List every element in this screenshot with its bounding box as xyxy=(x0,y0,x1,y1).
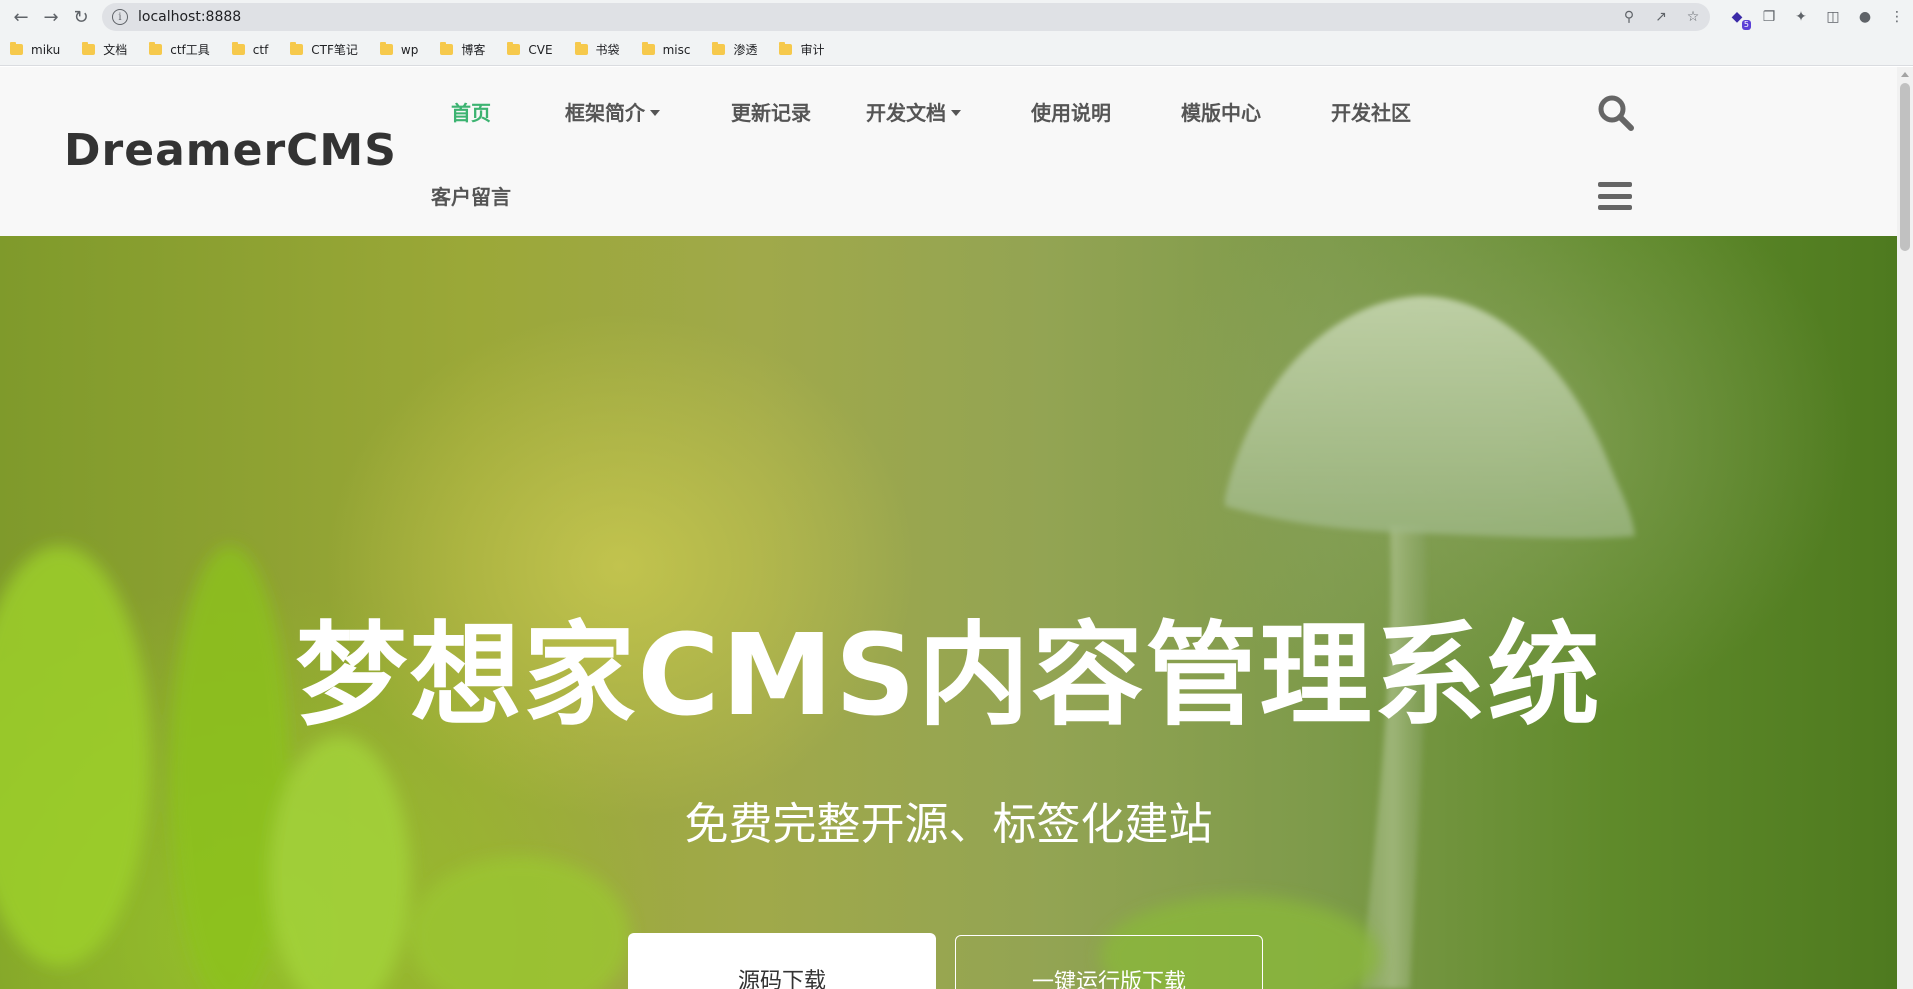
folder-icon xyxy=(10,42,23,55)
bookmark-item[interactable]: 书袋 xyxy=(574,41,620,58)
bookmark-item[interactable]: 博客 xyxy=(440,41,485,58)
hero-title: 梦想家CMS内容管理系统 xyxy=(295,611,1602,741)
bookmark-item[interactable]: misc xyxy=(641,42,691,57)
folder-icon xyxy=(574,42,588,55)
bookmark-item[interactable]: 审计 xyxy=(779,41,824,58)
bookmark-label: wp xyxy=(400,42,419,57)
nav-framework-intro[interactable]: 框架简介 xyxy=(565,97,660,126)
bookmark-item[interactable]: 渗透 xyxy=(712,41,757,58)
profile-icon[interactable]: ● xyxy=(1855,7,1875,27)
source-download-button[interactable]: 源码下载 xyxy=(628,933,936,989)
share-icon[interactable]: ↗ xyxy=(1652,8,1670,26)
kebab-menu-icon[interactable]: ⋮ xyxy=(1887,7,1907,27)
nav-home[interactable]: 首页 xyxy=(451,97,491,126)
url-text[interactable]: localhost:8888 xyxy=(138,9,241,25)
address-bar[interactable]: i localhost:8888 ⚲ ↗ ☆ xyxy=(102,3,1710,31)
bookmark-label: CVE xyxy=(528,42,553,57)
bookmark-item[interactable]: miku xyxy=(10,42,61,57)
one-click-download-button[interactable]: 一键运行版下载 xyxy=(955,935,1263,989)
folder-icon xyxy=(779,42,793,55)
nav-community[interactable]: 开发社区 xyxy=(1331,97,1411,126)
nav-dev-docs[interactable]: 开发文档 xyxy=(866,97,961,126)
back-arrow-icon[interactable]: ← xyxy=(6,2,36,32)
folder-icon xyxy=(82,42,96,55)
bookmark-item[interactable]: wp xyxy=(379,42,419,57)
reload-icon[interactable]: ↻ xyxy=(66,2,96,32)
search-icon[interactable] xyxy=(1597,94,1635,132)
bookmark-label: 书袋 xyxy=(595,43,620,57)
chevron-down-icon xyxy=(650,109,660,116)
folder-icon xyxy=(712,42,726,55)
extension-hat-icon[interactable]: ◆ 5 xyxy=(1727,7,1751,30)
folder-icon xyxy=(379,42,393,55)
bookmarks-bar: miku 文档 ctf工具 ctf CTF笔记 wp 博客 CVE 书袋 misc 渗透 审计 xyxy=(0,34,1913,66)
folder-icon xyxy=(231,42,245,55)
folder-icon xyxy=(149,42,163,55)
hamburger-menu-icon[interactable] xyxy=(1598,182,1632,210)
scroll-up-arrow-icon[interactable] xyxy=(1901,72,1909,77)
copy-extension-icon[interactable]: ❐ xyxy=(1759,7,1779,27)
folder-icon xyxy=(440,42,454,55)
scrollbar-thumb[interactable] xyxy=(1900,83,1910,251)
bookmark-label: CTF笔记 xyxy=(311,43,358,57)
page-scrollbar[interactable] xyxy=(1897,67,1913,989)
folder-icon xyxy=(290,42,304,55)
nav-changelog[interactable]: 更新记录 xyxy=(731,97,811,126)
bookmark-label: miku xyxy=(31,42,61,57)
zoom-icon[interactable]: ⚲ xyxy=(1620,8,1638,26)
nav-usage[interactable]: 使用说明 xyxy=(1031,97,1111,126)
bookmark-label: 渗透 xyxy=(733,43,758,57)
hero-banner: 梦想家CMS内容管理系统 免费完整开源、标签化建站 源码下载 一键运行版下载 xyxy=(0,236,1897,989)
folder-icon xyxy=(641,42,655,55)
site-header: DreamerCMS 首页 框架简介 更新记录 开发文档 使用说明 模版中心 开… xyxy=(0,67,1897,236)
bookmark-label: ctf xyxy=(252,42,269,57)
hero-subtitle: 免费完整开源、标签化建站 xyxy=(684,799,1213,850)
bookmark-item[interactable]: ctf xyxy=(231,42,269,57)
side-panel-icon[interactable]: ◫ xyxy=(1823,7,1843,27)
bookmark-item[interactable]: ctf工具 xyxy=(149,41,210,58)
bookmark-label: 审计 xyxy=(800,43,825,57)
bookmark-label: misc xyxy=(662,42,691,57)
forward-arrow-icon[interactable]: → xyxy=(36,2,66,32)
bookmark-item[interactable]: CTF笔记 xyxy=(290,41,358,58)
folder-icon xyxy=(507,42,521,55)
nav-guestbook[interactable]: 客户留言 xyxy=(431,181,511,210)
puzzle-extensions-icon[interactable]: ✦ xyxy=(1791,7,1811,27)
bookmark-item[interactable]: CVE xyxy=(507,42,553,57)
bookmark-label: 博客 xyxy=(461,43,486,57)
bookmark-item[interactable]: 文档 xyxy=(82,41,127,58)
site-logo[interactable]: DreamerCMS xyxy=(64,125,397,176)
bookmark-label: 文档 xyxy=(103,43,128,57)
bookmark-label: ctf工具 xyxy=(170,43,210,57)
site-info-icon[interactable]: i xyxy=(112,9,128,25)
extension-badge: 5 xyxy=(1741,20,1751,30)
chevron-down-icon xyxy=(951,109,961,116)
nav-templates[interactable]: 模版中心 xyxy=(1181,97,1261,126)
bookmark-star-icon[interactable]: ☆ xyxy=(1684,8,1702,26)
browser-toolbar: ← → ↻ i localhost:8888 ⚲ ↗ ☆ ◆ 5 ❐ ✦ ◫ ● … xyxy=(0,0,1913,34)
